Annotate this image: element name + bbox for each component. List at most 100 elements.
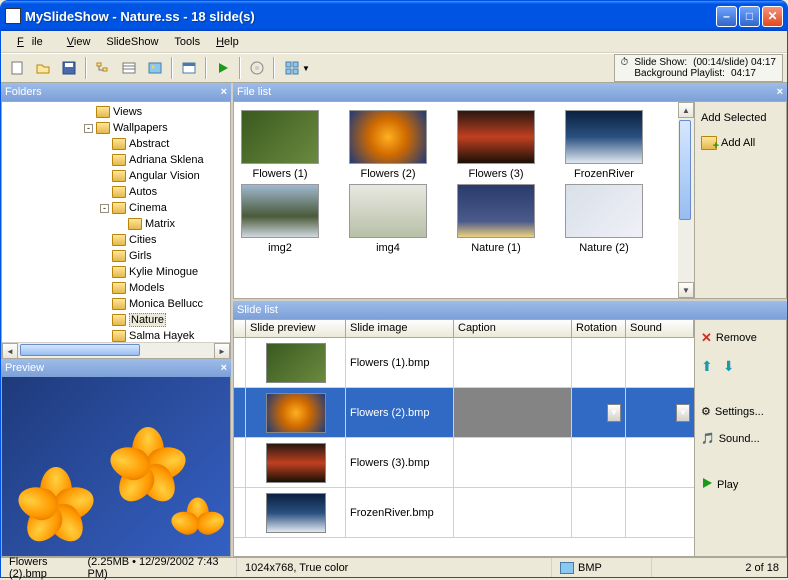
- remove-button[interactable]: ✕ Remove: [699, 328, 782, 348]
- table-row[interactable]: Flowers (1).bmp: [234, 338, 694, 388]
- sound-button[interactable]: 🎵 Sound...: [699, 430, 782, 447]
- filelist-panel-header: File list×: [233, 83, 787, 101]
- folder-icon: [112, 186, 126, 198]
- play-icon: [701, 477, 713, 492]
- preview-close-icon[interactable]: ×: [221, 362, 227, 374]
- thumb-item[interactable]: Flowers (2): [346, 110, 430, 180]
- col-rotation[interactable]: Rotation: [572, 320, 626, 337]
- titlebar[interactable]: MySlideShow - Nature.ss - 18 slide(s) – …: [1, 1, 787, 31]
- sound-icon: 🎵: [701, 432, 715, 445]
- tree-h-scrollbar[interactable]: ◄ ►: [2, 342, 230, 358]
- add-all-icon: +: [701, 136, 717, 150]
- save-button[interactable]: [57, 56, 81, 80]
- move-down-button[interactable]: ⬇: [723, 358, 735, 375]
- settings-button[interactable]: ⚙ Settings...: [699, 403, 782, 420]
- view-mode-button[interactable]: ▼: [279, 56, 315, 80]
- thumb-label: img2: [268, 242, 292, 254]
- table-row[interactable]: Flowers (2).bmp▼▼: [234, 388, 694, 438]
- tree-item[interactable]: Girls: [4, 248, 228, 264]
- tree-item[interactable]: -Cinema: [4, 200, 228, 216]
- slide-table-header: Slide preview Slide image Caption Rotati…: [233, 319, 695, 338]
- thumb-image: [565, 110, 643, 164]
- menu-file[interactable]: File: [9, 34, 59, 50]
- folders-panel-header: Folders×: [1, 83, 231, 101]
- tree-item[interactable]: Nature: [4, 312, 228, 328]
- slide-thumb: [266, 443, 326, 483]
- thumb-label: FrozenRiver: [574, 168, 634, 180]
- col-image[interactable]: Slide image: [346, 320, 454, 337]
- tree-item[interactable]: Views: [4, 104, 228, 120]
- col-sound[interactable]: Sound: [626, 320, 694, 337]
- close-button[interactable]: ✕: [762, 6, 783, 27]
- folder-tree[interactable]: Views-WallpapersAbstractAdriana SklenaAn…: [1, 101, 231, 359]
- status-resolution: 1024x768, True color: [237, 558, 552, 577]
- tree-item[interactable]: Kylie Minogue: [4, 264, 228, 280]
- scroll-up-button[interactable]: ▲: [678, 102, 694, 118]
- thumb-item[interactable]: Flowers (1): [238, 110, 322, 180]
- scroll-right-button[interactable]: ►: [214, 343, 230, 359]
- thumbs-v-scrollbar[interactable]: ▲ ▼: [678, 102, 694, 298]
- menu-view[interactable]: View: [59, 34, 99, 50]
- view-image-button[interactable]: [143, 56, 167, 80]
- open-button[interactable]: [31, 56, 55, 80]
- view-tree-button[interactable]: [91, 56, 115, 80]
- col-caption[interactable]: Caption: [454, 320, 572, 337]
- move-up-button[interactable]: ⬆: [701, 358, 713, 375]
- burn-button[interactable]: [245, 56, 269, 80]
- tree-item[interactable]: Cities: [4, 232, 228, 248]
- tree-item[interactable]: Abstract: [4, 136, 228, 152]
- add-all-button[interactable]: + Add All: [699, 134, 782, 152]
- tree-item[interactable]: Matrix: [4, 216, 228, 232]
- thumb-item[interactable]: img4: [346, 184, 430, 254]
- col-preview[interactable]: Slide preview: [246, 320, 346, 337]
- scroll-down-button[interactable]: ▼: [678, 282, 694, 298]
- thumbnail-grid[interactable]: Flowers (1) Flowers (2) Flowers (3) FrozenR…: [233, 101, 695, 299]
- rotation-dropdown[interactable]: ▼: [607, 404, 621, 422]
- main-area: Folders× Views-WallpapersAbstractAdriana…: [1, 83, 787, 557]
- slide-image-cell: Flowers (1).bmp: [346, 338, 454, 387]
- window-title: MySlideShow - Nature.ss - 18 slide(s): [25, 9, 716, 24]
- new-button[interactable]: [5, 56, 29, 80]
- tree-item[interactable]: Adriana Sklena: [4, 152, 228, 168]
- table-row[interactable]: FrozenRiver.bmp: [234, 488, 694, 538]
- menu-help[interactable]: Help: [208, 34, 247, 50]
- thumb-image: [349, 184, 427, 238]
- thumb-label: Flowers (1): [252, 168, 307, 180]
- menubar: File View SlideShow Tools Help: [1, 31, 787, 53]
- sound-dropdown[interactable]: ▼: [676, 404, 690, 422]
- slide-table-body[interactable]: Flowers (1).bmpFlowers (2).bmp▼▼Flowers …: [233, 338, 695, 557]
- tree-item[interactable]: Autos: [4, 184, 228, 200]
- tree-item[interactable]: Angular Vision: [4, 168, 228, 184]
- folder-icon: [112, 330, 126, 342]
- menu-slideshow[interactable]: SlideShow: [98, 34, 166, 50]
- filelist-close-icon[interactable]: ×: [777, 86, 783, 98]
- slidelist-actions: ✕ Remove ⬆ ⬇ ⚙ Settings... 🎵 Sound...: [695, 319, 787, 557]
- thumb-item[interactable]: img2: [238, 184, 322, 254]
- timing-info: ⏱Slide Show:(00:14/slide) 04:17 ⏱Backgro…: [614, 54, 783, 82]
- preview-panel-header: Preview×: [1, 359, 231, 377]
- thumb-image: [241, 110, 319, 164]
- thumb-image: [241, 184, 319, 238]
- statusbar: Flowers (2).bmp (2.25MB • 12/29/2002 7:4…: [1, 557, 787, 577]
- folder-icon: [112, 298, 126, 310]
- filelist-actions: Add Selected + Add All: [695, 101, 787, 299]
- add-selected-button[interactable]: Add Selected: [699, 110, 782, 126]
- menu-tools[interactable]: Tools: [166, 34, 208, 50]
- folders-close-icon[interactable]: ×: [221, 86, 227, 98]
- maximize-button[interactable]: □: [739, 6, 760, 27]
- play-slideshow-button[interactable]: [211, 56, 235, 80]
- tree-item[interactable]: -Wallpapers: [4, 120, 228, 136]
- thumb-label: Flowers (2): [360, 168, 415, 180]
- thumb-item[interactable]: Flowers (3): [454, 110, 538, 180]
- view-list-button[interactable]: [117, 56, 141, 80]
- thumb-item[interactable]: Nature (1): [454, 184, 538, 254]
- minimize-button[interactable]: –: [716, 6, 737, 27]
- scroll-left-button[interactable]: ◄: [2, 343, 18, 359]
- table-row[interactable]: Flowers (3).bmp: [234, 438, 694, 488]
- tree-item[interactable]: Monica Bellucc: [4, 296, 228, 312]
- thumb-item[interactable]: Nature (2): [562, 184, 646, 254]
- tree-item[interactable]: Models: [4, 280, 228, 296]
- view-window-button[interactable]: [177, 56, 201, 80]
- play-button[interactable]: Play: [699, 475, 782, 494]
- thumb-item[interactable]: FrozenRiver: [562, 110, 646, 180]
